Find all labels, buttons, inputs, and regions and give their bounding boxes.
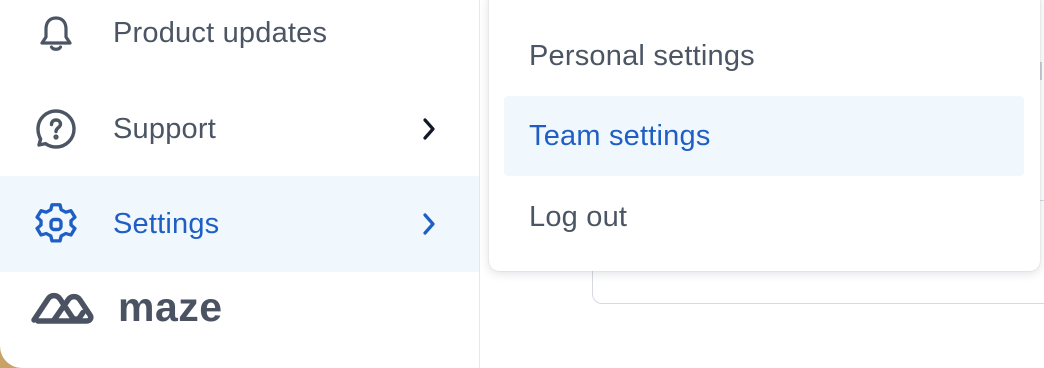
brand-name: maze <box>118 284 223 330</box>
sidebar-item-settings[interactable]: Settings <box>0 176 479 272</box>
app-window: Product updates Support Settings maze Pe… <box>0 0 1044 368</box>
sidebar-item-label: Support <box>113 112 216 145</box>
sidebar: Product updates Support Settings maze <box>0 0 480 368</box>
sidebar-item-support[interactable]: Support <box>0 81 479 177</box>
chevron-right-icon <box>414 210 442 238</box>
help-circle-icon <box>34 107 78 151</box>
menu-item-log-out[interactable]: Log out <box>504 177 1024 257</box>
menu-item-team-settings[interactable]: Team settings <box>504 96 1024 176</box>
sidebar-item-product-updates[interactable]: Product updates <box>0 0 479 81</box>
scrollbar-thumb[interactable] <box>1040 62 1042 80</box>
menu-item-label: Log out <box>529 200 628 233</box>
menu-item-label: Team settings <box>529 119 711 152</box>
brand-logo[interactable]: maze <box>30 284 223 331</box>
gear-icon <box>34 202 78 246</box>
menu-item-label: Personal settings <box>529 39 755 72</box>
sidebar-item-label: Product updates <box>113 16 328 49</box>
maze-logo-icon <box>30 285 96 330</box>
settings-dropdown-menu: Personal settings Team settings Log out <box>489 0 1040 271</box>
chevron-right-icon <box>414 115 442 143</box>
sidebar-item-label: Settings <box>113 207 220 240</box>
menu-item-personal-settings[interactable]: Personal settings <box>504 16 1024 96</box>
bell-icon <box>34 11 78 55</box>
